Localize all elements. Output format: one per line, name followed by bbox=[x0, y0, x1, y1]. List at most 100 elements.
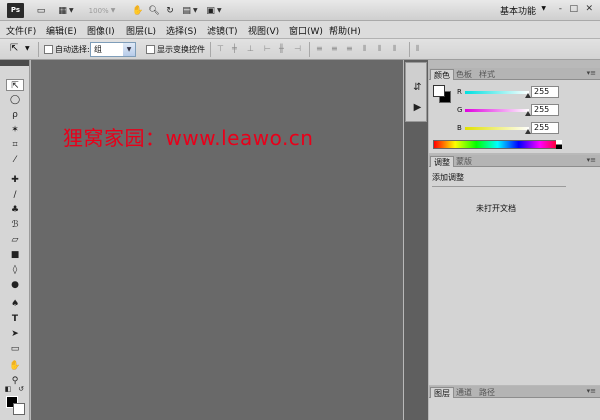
panel-dock: ⇵ ▶ bbox=[404, 60, 428, 420]
align-left-icon[interactable]: ⊢ bbox=[264, 44, 274, 54]
maximize-button[interactable]: □ bbox=[569, 4, 578, 14]
hand-tool-icon[interactable]: ✋ bbox=[131, 3, 145, 18]
tab-paths[interactable]: 路径 bbox=[476, 387, 498, 398]
tab-adjustments[interactable]: 调整 bbox=[430, 156, 454, 167]
channel-g-value[interactable]: 255 bbox=[531, 104, 559, 116]
align-bottom-icon[interactable]: ⊥ bbox=[247, 44, 257, 54]
path-selection-tool-icon[interactable]: ➤ bbox=[6, 328, 24, 340]
auto-select-label: 自动选择: bbox=[55, 45, 90, 54]
menu-edit[interactable]: 编辑(E) bbox=[46, 24, 77, 37]
separator bbox=[38, 42, 39, 57]
minimize-button[interactable]: - bbox=[559, 4, 562, 14]
marquee-tool-icon[interactable]: ◯ bbox=[6, 94, 24, 106]
menu-layer[interactable]: 图层(L) bbox=[126, 24, 156, 37]
no-document-message: 未打开文档 bbox=[476, 204, 516, 213]
align-right-icon[interactable]: ⊣ bbox=[294, 44, 304, 54]
arrange-documents-button[interactable]: ▤ ▼ bbox=[180, 3, 200, 18]
distribute-vcenter-icon[interactable]: ≡ bbox=[331, 44, 341, 54]
tool-preset-dropdown-icon[interactable]: ▼ bbox=[25, 45, 30, 52]
tab-swatches[interactable]: 色板 bbox=[453, 69, 475, 80]
brush-tool-icon[interactable]: ∕ bbox=[6, 189, 24, 201]
pen-tool-icon[interactable]: ♠ bbox=[6, 298, 24, 310]
healing-brush-tool-icon[interactable]: ✚ bbox=[6, 174, 24, 186]
default-colors-icon[interactable]: ◧ bbox=[4, 385, 12, 393]
clone-stamp-tool-icon[interactable]: ♣ bbox=[6, 204, 24, 216]
show-transform-checkbox[interactable] bbox=[146, 45, 155, 54]
auto-align-layers-icon[interactable]: ⫴ bbox=[416, 44, 426, 54]
history-brush-tool-icon[interactable]: ℬ bbox=[6, 219, 24, 231]
channel-r-slider[interactable] bbox=[465, 91, 531, 98]
channel-b-slider[interactable] bbox=[465, 127, 531, 134]
tab-styles[interactable]: 样式 bbox=[476, 69, 498, 80]
close-button[interactable]: ✕ bbox=[585, 4, 593, 14]
auto-select-dropdown[interactable]: 组 ▼ bbox=[90, 42, 136, 57]
actions-panel-icon[interactable]: ▶ bbox=[411, 101, 424, 114]
hand-tool-icon[interactable]: ✋ bbox=[6, 360, 24, 372]
type-tool-icon[interactable]: T bbox=[6, 313, 24, 325]
adjustments-panel: 调整 蒙版 ▾≡ 添加调整 未打开文档 bbox=[429, 155, 600, 385]
layers-panel: 图层 通道 路径 ▾≡ bbox=[429, 386, 600, 420]
separator bbox=[309, 42, 310, 57]
rotate-view-icon[interactable]: ↻ bbox=[163, 3, 177, 18]
align-vcenter-icon[interactable]: ╪ bbox=[232, 44, 242, 54]
color-spectrum-bar[interactable] bbox=[433, 140, 562, 149]
document-area[interactable]: 狸窝家园：www.leawo.cn bbox=[31, 60, 403, 420]
layers-panel-tabs: 图层 通道 路径 ▾≡ bbox=[429, 386, 600, 398]
menu-image[interactable]: 图像(I) bbox=[87, 24, 115, 37]
panel-menu-icon[interactable]: ▾≡ bbox=[587, 387, 596, 395]
lasso-tool-icon[interactable]: ρ bbox=[6, 109, 24, 121]
eyedropper-tool-icon[interactable]: ⁄ bbox=[6, 154, 24, 166]
foreground-color-swatch[interactable] bbox=[433, 85, 445, 97]
move-tool-icon[interactable]: ⇱ bbox=[6, 79, 24, 91]
panel-menu-icon[interactable]: ▾≡ bbox=[587, 156, 596, 164]
blur-tool-icon[interactable]: ◊ bbox=[6, 264, 24, 276]
channel-g-slider[interactable] bbox=[465, 109, 531, 116]
menu-window[interactable]: 窗口(W) bbox=[289, 24, 323, 37]
distribute-right-icon[interactable]: ⦀ bbox=[393, 44, 403, 54]
tab-channels[interactable]: 通道 bbox=[453, 387, 475, 398]
magic-wand-tool-icon[interactable]: ✶ bbox=[6, 124, 24, 136]
view-extras-button[interactable]: ▦ ▼ bbox=[55, 3, 77, 18]
crop-tool-icon[interactable]: ⌗ bbox=[6, 139, 24, 151]
color-panel-tabs: 颜色 色板 样式 ▾≡ bbox=[429, 68, 600, 80]
adjustments-panel-tabs: 调整 蒙版 ▾≡ bbox=[429, 155, 600, 167]
launch-bridge-button[interactable]: ▭ bbox=[29, 3, 53, 18]
black-white-ramp[interactable] bbox=[556, 140, 562, 149]
auto-select-checkbox[interactable] bbox=[44, 45, 53, 54]
tab-color[interactable]: 颜色 bbox=[430, 69, 454, 80]
divider bbox=[432, 186, 566, 187]
screen-mode-button[interactable]: ▣ ▼ bbox=[204, 3, 224, 18]
menu-select[interactable]: 选择(S) bbox=[166, 24, 197, 37]
gradient-tool-icon[interactable]: ■ bbox=[6, 249, 24, 261]
background-color-swatch[interactable] bbox=[13, 403, 25, 415]
align-top-icon[interactable]: ⊤ bbox=[217, 44, 227, 54]
tab-layers[interactable]: 图层 bbox=[430, 387, 454, 398]
rectangle-tool-icon[interactable]: ▭ bbox=[6, 343, 24, 355]
align-hcenter-icon[interactable]: ╫ bbox=[279, 44, 289, 54]
show-transform-label: 显示变换控件 bbox=[157, 45, 205, 54]
menu-view[interactable]: 视图(V) bbox=[248, 24, 279, 37]
channel-b-label: B bbox=[457, 124, 462, 132]
channel-b-value[interactable]: 255 bbox=[531, 122, 559, 134]
distribute-top-icon[interactable]: ≡ bbox=[316, 44, 326, 54]
channel-r-value[interactable]: 255 bbox=[531, 86, 559, 98]
workspace-switcher[interactable]: 基本功能 bbox=[500, 4, 536, 17]
panel-menu-icon[interactable]: ▾≡ bbox=[587, 69, 596, 77]
distribute-hcenter-icon[interactable]: ⦀ bbox=[378, 44, 388, 54]
distribute-bottom-icon[interactable]: ≡ bbox=[346, 44, 356, 54]
toolbox-grip[interactable] bbox=[0, 60, 29, 66]
zoom-tool-icon[interactable]: 🔍︎ bbox=[147, 3, 161, 18]
workspace-dropdown-icon[interactable]: ▼ bbox=[541, 5, 546, 12]
move-tool-preset-icon[interactable]: ⇱ bbox=[10, 43, 18, 54]
distribute-left-icon[interactable]: ⦀ bbox=[363, 44, 373, 54]
swap-colors-icon[interactable]: ↺ bbox=[17, 385, 25, 393]
history-panel-icon[interactable]: ⇵ bbox=[411, 81, 424, 94]
photoshop-logo: Ps bbox=[7, 3, 24, 18]
dodge-tool-icon[interactable]: ● bbox=[6, 279, 24, 291]
menu-filter[interactable]: 滤镜(T) bbox=[207, 24, 238, 37]
eraser-tool-icon[interactable]: ▱ bbox=[6, 234, 24, 246]
menu-help[interactable]: 帮助(H) bbox=[329, 24, 361, 37]
menu-file[interactable]: 文件(F) bbox=[6, 24, 36, 37]
zoom-level-dropdown[interactable]: 100% ▼ bbox=[80, 3, 124, 18]
tab-masks[interactable]: 蒙版 bbox=[453, 156, 475, 167]
